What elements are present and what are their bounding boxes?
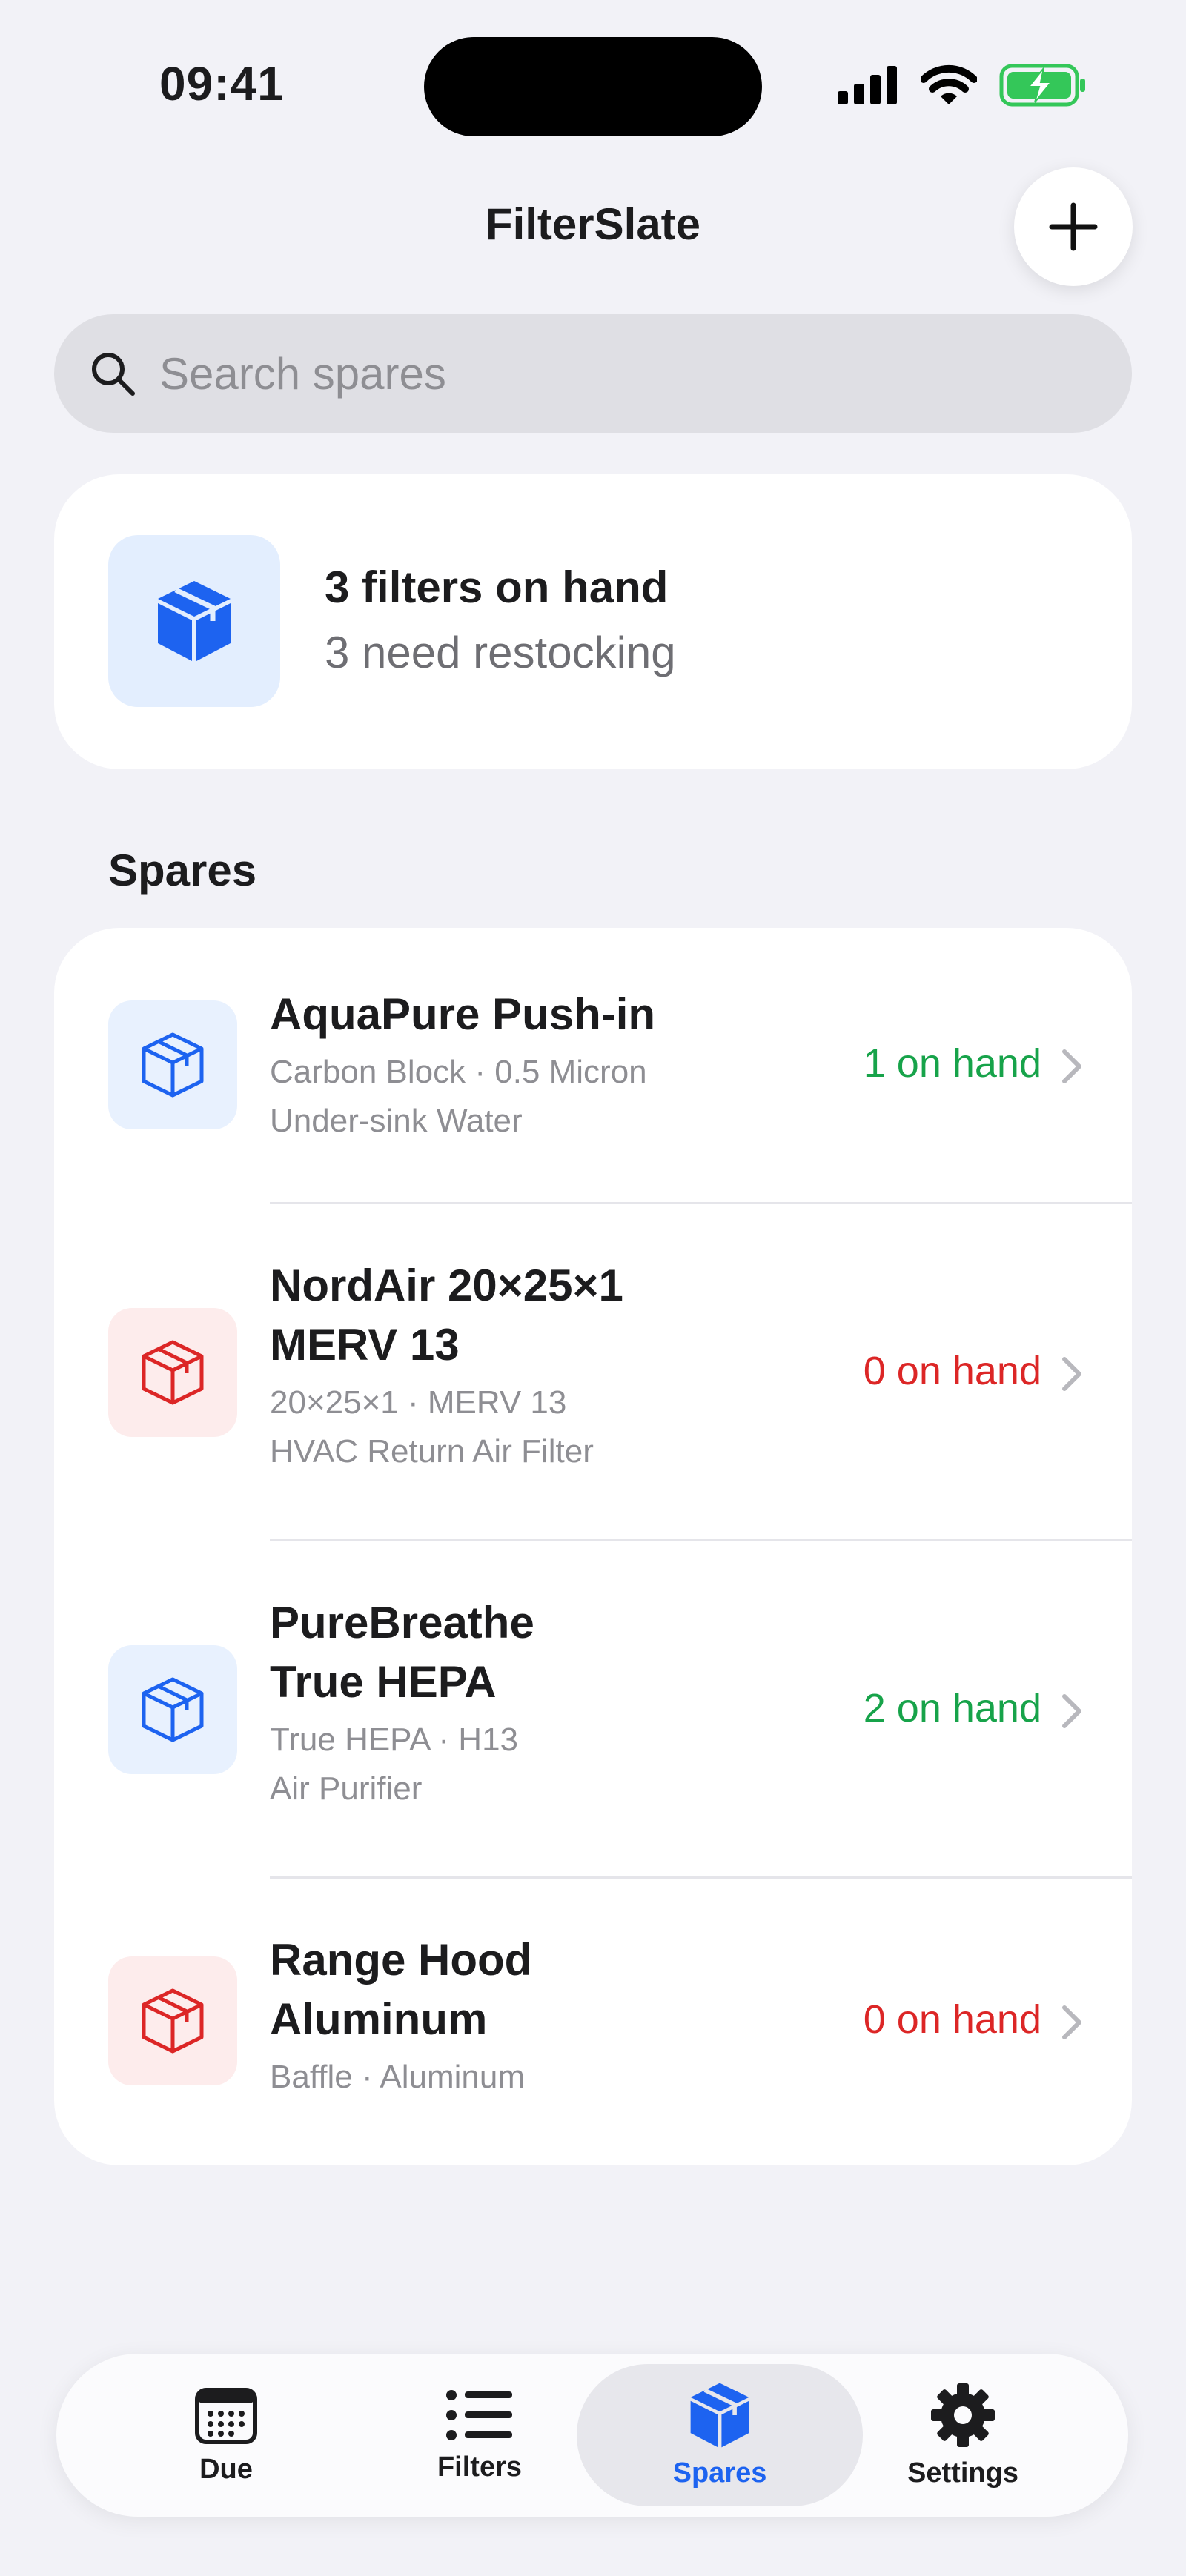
- tab-label: Filters: [437, 2451, 523, 2483]
- status-icons: [838, 64, 1087, 107]
- spare-meta: 20×25×1 · MERV 13 HVAC Return Air Filter: [270, 1384, 594, 1470]
- search-icon: [92, 353, 135, 396]
- spare-row-purebreathe[interactable]: PureBreathe True HEPA True HEPA · H13 Ai…: [54, 1541, 1132, 1876]
- search-bar[interactable]: [54, 314, 1132, 433]
- search-input[interactable]: [158, 347, 1050, 400]
- spare-quantity: 2 on hand: [863, 1686, 1041, 1730]
- cellular-signal-icon: [838, 66, 897, 104]
- spare-row-nordair[interactable]: NordAir 20×25×1 MERV 13 20×25×1 · MERV 1…: [54, 1204, 1132, 1539]
- box-icon: [142, 1340, 204, 1405]
- tab-label: Due: [199, 2453, 253, 2485]
- tab-label: Spares: [672, 2457, 767, 2489]
- spare-icon-tile: [108, 1308, 237, 1437]
- section-title: Spares: [108, 846, 257, 895]
- spare-name: NordAir 20×25×1 MERV 13: [270, 1261, 623, 1370]
- summary-subtitle: 3 need restocking: [325, 628, 676, 677]
- spare-meta: True HEPA · H13 Air Purifier: [270, 1722, 519, 1807]
- box-icon: [142, 1988, 204, 2054]
- spare-name: AquaPure Push-in: [270, 989, 656, 1039]
- spare-quantity: 1 on hand: [863, 1041, 1041, 1086]
- spare-row-range-hood[interactable]: Range Hood Aluminum Baffle · Aluminum 0 …: [54, 1879, 1132, 2165]
- status-time: 09:41: [159, 57, 285, 110]
- summary-box-icon-tile: [108, 535, 280, 707]
- chevron-right-icon: [1062, 2005, 1081, 2039]
- spare-row-aquapure[interactable]: AquaPure Push-in Carbon Block · 0.5 Micr…: [54, 928, 1132, 1202]
- dynamic-island: [424, 37, 762, 136]
- tab-label: Settings: [907, 2457, 1018, 2489]
- summary-title: 3 filters on hand: [325, 562, 669, 612]
- spare-meta: Baffle · Aluminum: [270, 2059, 526, 2095]
- box-icon: [142, 1032, 204, 1098]
- gear-icon: [931, 2383, 995, 2447]
- plus-icon: [1049, 202, 1098, 251]
- list-icon: [446, 2389, 512, 2440]
- box-icon: [690, 2383, 749, 2447]
- summary-card: 3 filters on hand 3 need restocking: [54, 474, 1132, 769]
- spare-quantity: 0 on hand: [863, 1997, 1041, 2042]
- chevron-right-icon: [1062, 1357, 1081, 1391]
- battery-charging-icon: [999, 64, 1085, 107]
- tab-due[interactable]: Due: [83, 2364, 369, 2506]
- spare-quantity: 0 on hand: [863, 1349, 1041, 1393]
- chevron-right-icon: [1062, 1049, 1081, 1083]
- spare-icon-tile: [108, 1000, 237, 1129]
- tab-bar: Due Filters Spares Settings: [56, 2354, 1128, 2517]
- box-icon: [158, 581, 231, 661]
- chevron-right-icon: [1062, 1694, 1081, 1728]
- spare-name: PureBreathe True HEPA: [270, 1598, 534, 1707]
- spare-name: Range Hood Aluminum: [270, 1935, 532, 2044]
- tab-settings[interactable]: Settings: [820, 2364, 1106, 2506]
- add-spare-button[interactable]: [1014, 167, 1133, 286]
- spare-meta: Carbon Block · 0.5 Micron Under-sink Wat…: [270, 1054, 647, 1139]
- box-icon: [142, 1677, 204, 1742]
- spare-icon-tile: [108, 1956, 237, 2085]
- spare-icon-tile: [108, 1645, 237, 1774]
- wifi-icon: [921, 64, 977, 104]
- app-title: FilterSlate: [485, 199, 701, 249]
- spares-list: AquaPure Push-in Carbon Block · 0.5 Micr…: [54, 928, 1132, 2165]
- calendar-icon: [195, 2387, 257, 2444]
